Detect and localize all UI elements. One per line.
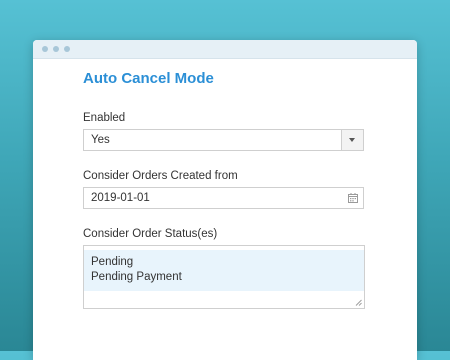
order-status-label: Consider Order Status(es)	[83, 228, 218, 240]
order-status-selected-options: Pending Pending Payment	[84, 250, 364, 291]
enabled-select-toggle[interactable]	[341, 130, 363, 150]
created-from-date-input[interactable]: 2019-01-01	[83, 187, 364, 209]
enabled-select-value: Yes	[91, 134, 110, 146]
settings-window: Auto Cancel Mode Enabled Yes Consider Or…	[33, 40, 417, 360]
order-status-multiselect[interactable]: Pending Pending Payment	[83, 245, 365, 309]
window-dot-icon	[53, 46, 59, 52]
window-dot-icon	[42, 46, 48, 52]
window-titlebar	[33, 40, 417, 59]
order-status-option[interactable]: Pending	[84, 250, 364, 270]
order-status-option[interactable]: Pending Payment	[84, 270, 364, 285]
chevron-down-icon	[349, 138, 355, 142]
created-from-date-value: 2019-01-01	[91, 192, 150, 204]
resize-handle-icon[interactable]	[355, 299, 362, 306]
enabled-label: Enabled	[83, 112, 126, 124]
created-from-label: Consider Orders Created from	[83, 170, 238, 182]
section-title: Auto Cancel Mode	[83, 70, 214, 87]
enabled-select[interactable]: Yes	[83, 129, 364, 151]
calendar-icon[interactable]	[348, 193, 358, 203]
window-dot-icon	[64, 46, 70, 52]
